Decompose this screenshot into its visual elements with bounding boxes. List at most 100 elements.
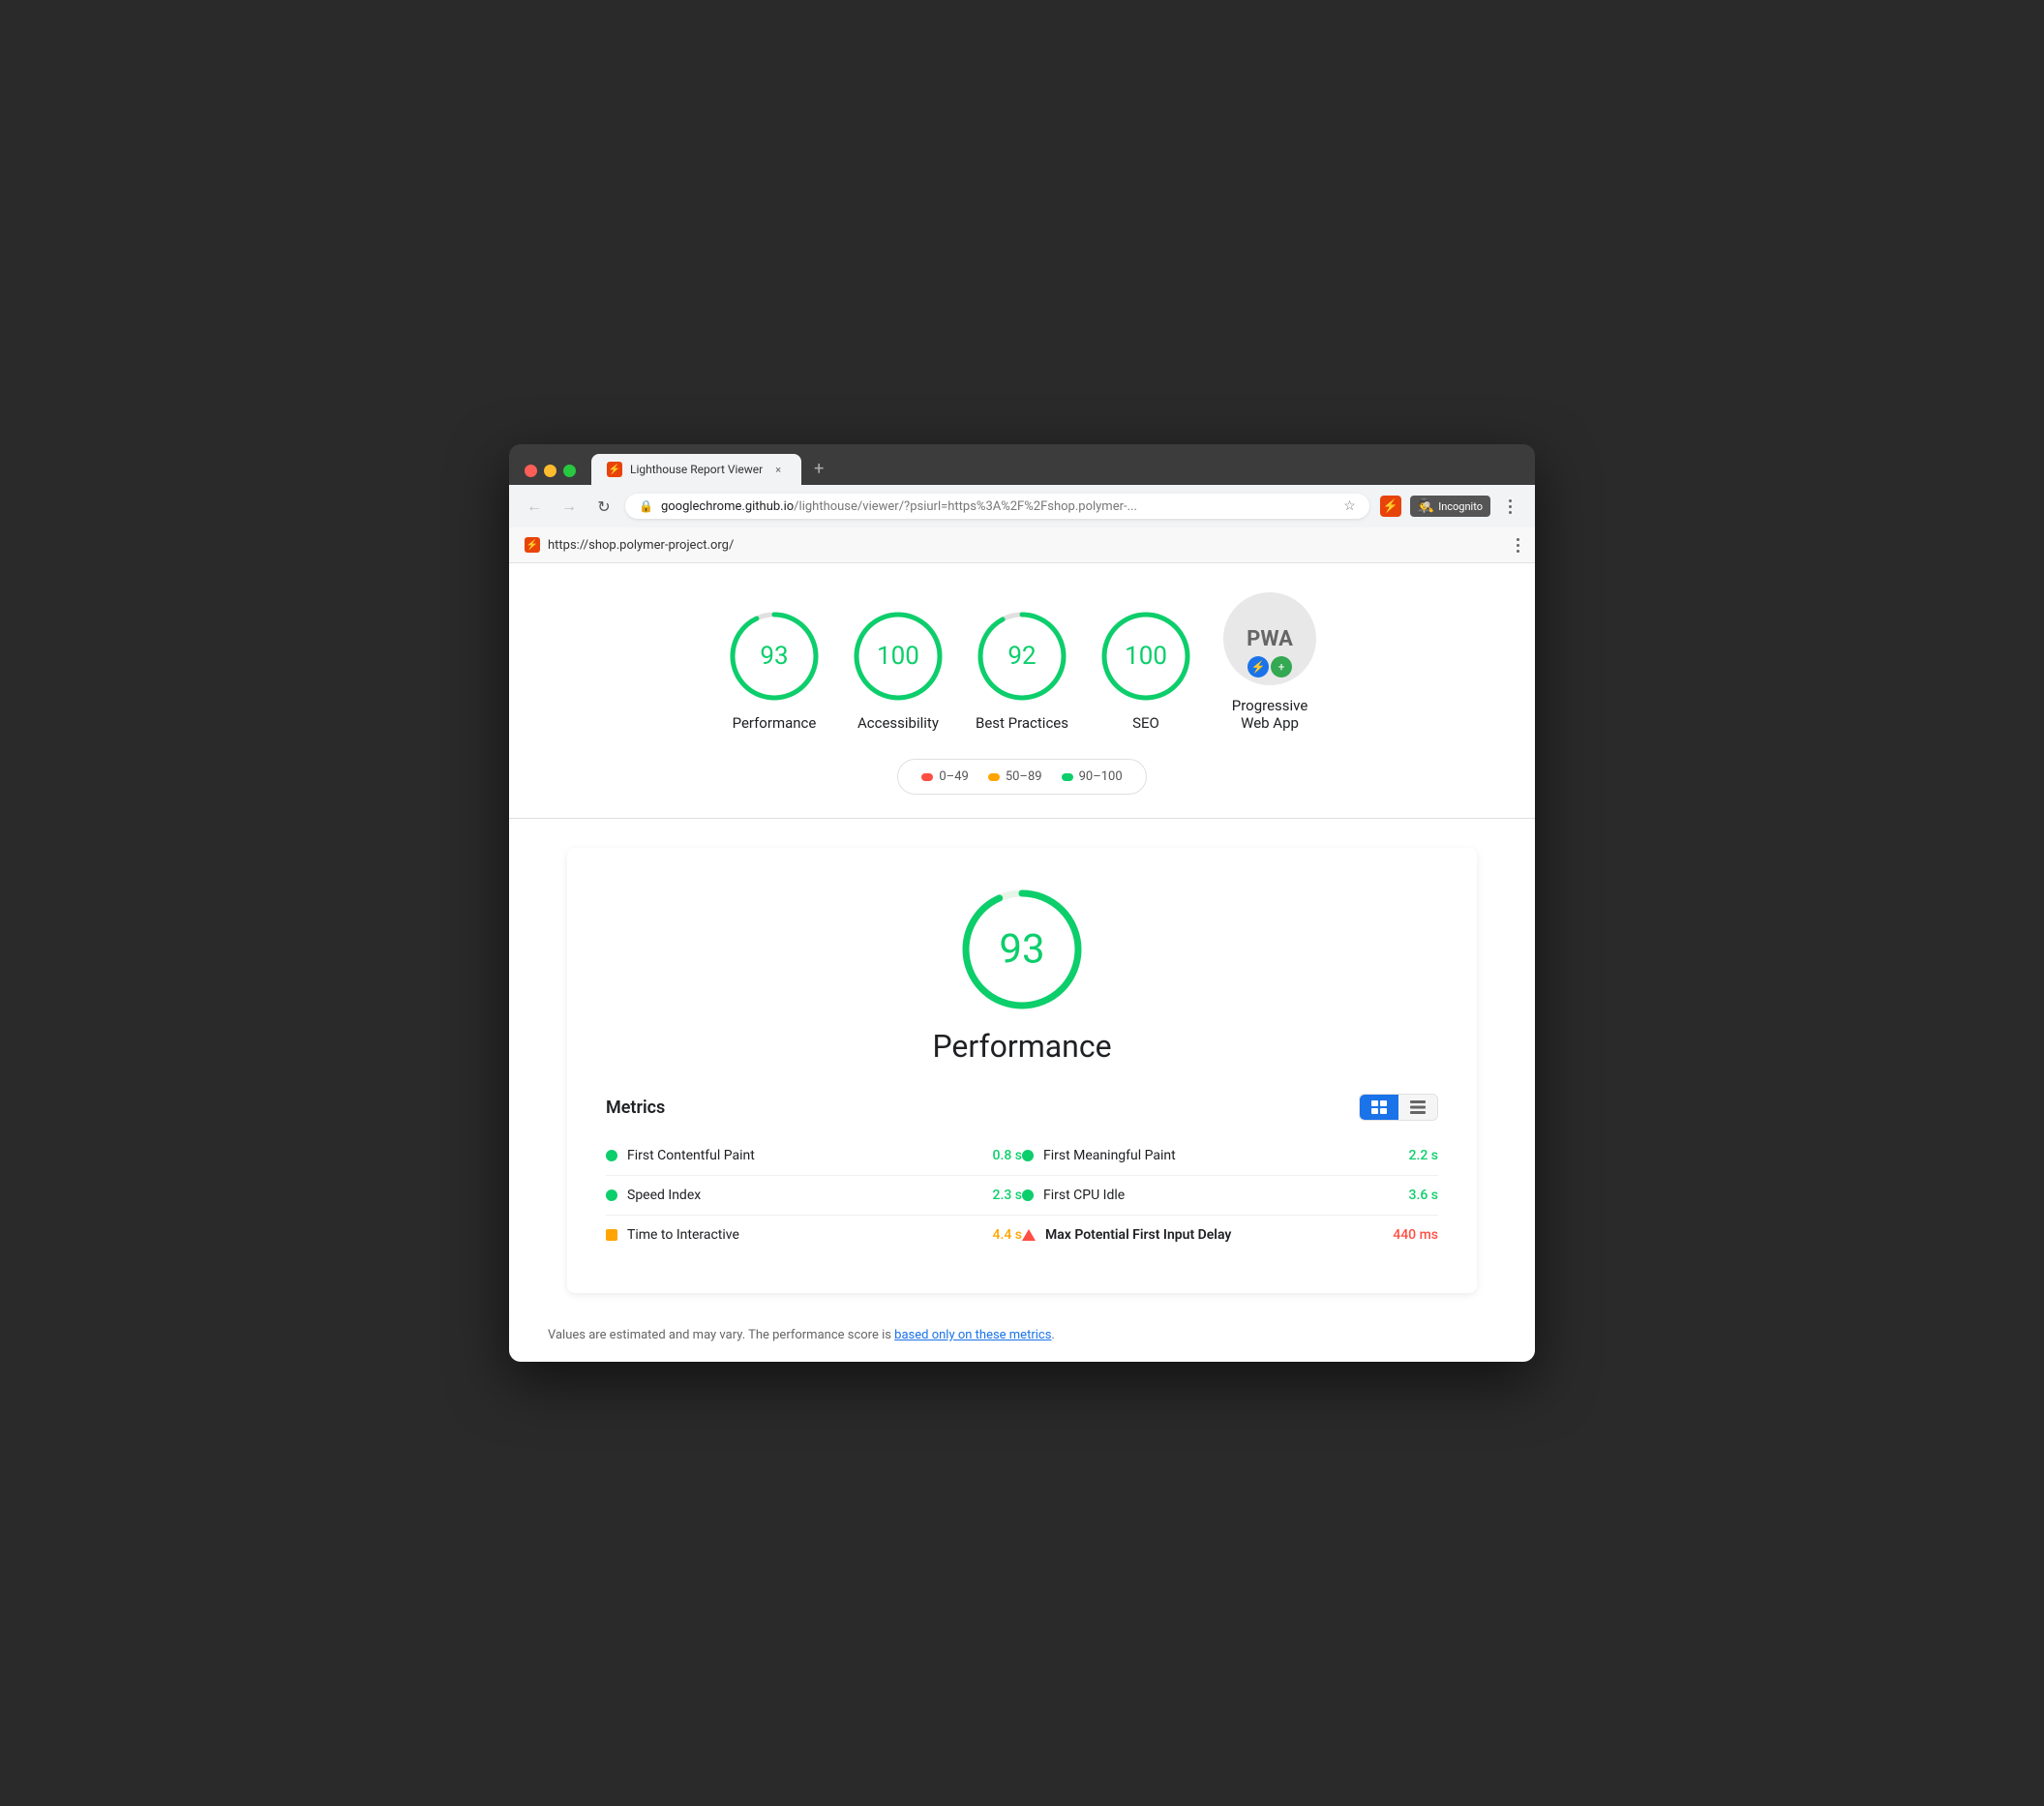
metrics-header: Metrics: [606, 1094, 1438, 1121]
close-dot[interactable]: [525, 465, 537, 477]
metrics-note-link[interactable]: based only on these metrics: [894, 1328, 1051, 1342]
si-name: Speed Index: [627, 1188, 983, 1203]
metric-fmp: First Meaningful Paint 2.2 s: [1022, 1136, 1438, 1176]
pwa-icon-text: PWA: [1247, 627, 1293, 651]
score-item-accessibility: 100 Accessibility: [852, 610, 945, 732]
detail-container: 93 Performance Metrics: [509, 819, 1535, 1293]
metrics-grid: First Contentful Paint 0.8 s First Meani…: [606, 1136, 1438, 1254]
url-origin: googlechrome.github.io: [661, 499, 794, 514]
score-item-seo: 100 SEO: [1099, 610, 1192, 732]
tab-close-button[interactable]: ×: [770, 462, 786, 477]
minimize-dot[interactable]: [544, 465, 556, 477]
content-area: 93 Performance 100 Accessibility: [509, 563, 1535, 1362]
metric-si: Speed Index 2.3 s: [606, 1176, 1022, 1216]
site-url: https://shop.polymer-project.org/: [548, 538, 734, 553]
address-url: googlechrome.github.io/lighthouse/viewer…: [661, 499, 1328, 514]
chrome-navbar: ← → ↻ 🔒 googlechrome.github.io/lighthous…: [509, 485, 1535, 527]
legend-pass-range: 90–100: [1079, 769, 1123, 784]
best-practices-circle[interactable]: 92: [976, 610, 1068, 703]
chrome-menu-button[interactable]: [1496, 493, 1523, 520]
si-indicator: [606, 1189, 617, 1201]
fcp-name: First Contentful Paint: [627, 1148, 983, 1163]
fmp-name: First Meaningful Paint: [1043, 1148, 1399, 1163]
mpfid-value: 440 ms: [1393, 1227, 1438, 1243]
tti-indicator: [606, 1229, 617, 1241]
maximize-dot[interactable]: [563, 465, 576, 477]
browser-window: ⚡ Lighthouse Report Viewer × + ← → ↻ 🔒 g…: [509, 444, 1535, 1362]
seo-label: SEO: [1132, 714, 1159, 732]
fmp-indicator: [1022, 1150, 1034, 1161]
metric-mpfid: Max Potential First Input Delay 440 ms: [1022, 1216, 1438, 1254]
legend-fail-range: 0–49: [939, 769, 968, 784]
score-item-best-practices: 92 Best Practices: [976, 610, 1068, 732]
metric-tti: Time to Interactive 4.4 s: [606, 1216, 1022, 1254]
mpfid-indicator: [1022, 1229, 1036, 1241]
detail-score-container: 93 Performance: [606, 887, 1438, 1065]
legend-average: 50–89: [988, 769, 1042, 784]
tab-title: Lighthouse Report Viewer: [630, 463, 763, 476]
url-path: /lighthouse/viewer/?psiurl=https%3A%2F%2…: [794, 499, 1137, 514]
tti-name: Time to Interactive: [627, 1227, 983, 1243]
detail-section-title: Performance: [932, 1028, 1111, 1065]
fci-value: 3.6 s: [1409, 1188, 1439, 1203]
back-button[interactable]: ←: [521, 493, 548, 520]
incognito-badge: 🕵️ Incognito: [1410, 496, 1490, 517]
site-info-menu[interactable]: [1517, 538, 1519, 553]
accessibility-label: Accessibility: [857, 714, 939, 732]
lighthouse-favicon: ⚡: [607, 462, 622, 477]
active-tab[interactable]: ⚡ Lighthouse Report Viewer ×: [591, 454, 801, 485]
tti-value: 4.4 s: [993, 1227, 1023, 1243]
chrome-titlebar: ⚡ Lighthouse Report Viewer × +: [509, 444, 1535, 485]
pwa-badge-lightning: ⚡: [1247, 656, 1269, 677]
legend-average-dot: [988, 773, 1000, 781]
pwa-badges: ⚡ +: [1247, 656, 1292, 677]
si-value: 2.3 s: [993, 1188, 1023, 1203]
site-info-bar: ⚡ https://shop.polymer-project.org/: [509, 527, 1535, 563]
score-item-performance: 93 Performance: [728, 610, 821, 732]
incognito-label: Incognito: [1438, 500, 1483, 513]
metrics-note-text: Values are estimated and may vary. The p…: [548, 1328, 894, 1342]
seo-circle[interactable]: 100: [1099, 610, 1192, 703]
reload-button[interactable]: ↻: [590, 493, 617, 520]
legend-average-range: 50–89: [1006, 769, 1042, 784]
fci-name: First CPU Idle: [1043, 1188, 1399, 1203]
bookmark-icon[interactable]: ☆: [1343, 498, 1356, 514]
best-practices-score: 92: [1007, 642, 1036, 671]
score-legend: 0–49 50–89 90–100: [897, 759, 1146, 795]
best-practices-label: Best Practices: [976, 714, 1068, 732]
detail-performance-score: 93: [999, 926, 1044, 974]
site-favicon: ⚡: [525, 537, 540, 553]
nav-extras: ⚡ 🕵️ Incognito: [1377, 493, 1523, 520]
score-item-pwa: PWA ⚡ + ProgressiveWeb App: [1223, 592, 1316, 732]
pwa-badge-plus: +: [1271, 656, 1292, 677]
metrics-note: Values are estimated and may vary. The p…: [509, 1312, 1535, 1362]
performance-detail: 93 Performance Metrics: [567, 848, 1477, 1293]
legend-pass: 90–100: [1062, 769, 1123, 784]
summary-section: 93 Performance 100 Accessibility: [509, 563, 1535, 819]
lighthouse-extension-icon[interactable]: ⚡: [1377, 493, 1404, 520]
metrics-title: Metrics: [606, 1098, 665, 1118]
performance-score: 93: [760, 642, 788, 671]
toggle-list-view[interactable]: [1398, 1095, 1437, 1120]
seo-score: 100: [1125, 642, 1167, 671]
scores-row: 93 Performance 100 Accessibility: [728, 592, 1316, 732]
new-tab-button[interactable]: +: [805, 458, 832, 485]
performance-circle[interactable]: 93: [728, 610, 821, 703]
metric-fci: First CPU Idle 3.6 s: [1022, 1176, 1438, 1216]
fcp-indicator: [606, 1150, 617, 1161]
forward-button[interactable]: →: [556, 493, 583, 520]
fmp-value: 2.2 s: [1409, 1148, 1439, 1163]
metric-fcp: First Contentful Paint 0.8 s: [606, 1136, 1022, 1176]
metrics-note-end: .: [1051, 1328, 1054, 1342]
window-controls: [525, 465, 576, 485]
address-bar[interactable]: 🔒 googlechrome.github.io/lighthouse/view…: [625, 494, 1369, 519]
toggle-grid-view[interactable]: [1360, 1095, 1398, 1120]
detail-score-circle: 93: [959, 887, 1085, 1012]
lock-icon: 🔒: [639, 499, 653, 513]
accessibility-circle[interactable]: 100: [852, 610, 945, 703]
legend-pass-dot: [1062, 773, 1073, 781]
performance-label: Performance: [733, 714, 817, 732]
legend-fail-dot: [921, 773, 933, 781]
view-toggle[interactable]: [1359, 1094, 1438, 1121]
pwa-circle[interactable]: PWA ⚡ +: [1223, 592, 1316, 685]
